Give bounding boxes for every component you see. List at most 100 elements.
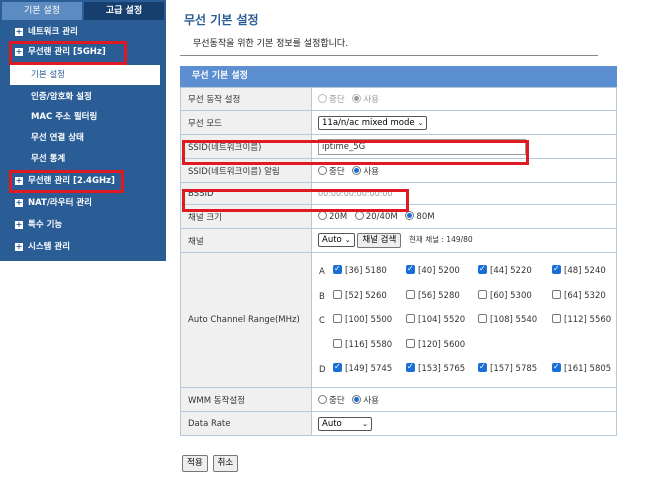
radio-20-40m[interactable]: 20/40M [354,211,398,222]
chevron-down-icon: ⌄ [362,419,368,428]
row-label: 채널 [180,228,312,253]
channel-label: [149] 5745 [345,363,393,374]
channel-label: [64] 5320 [564,290,606,301]
radio-20m[interactable]: 20M [318,211,347,222]
main-content: 무선 기본 설정 무선동작을 위한 기본 정보를 설정합니다. 무선 기본 설정… [166,0,647,485]
tab-advanced-settings[interactable]: 고급 설정 [84,2,164,20]
checkbox-box [333,289,342,299]
cancel-button[interactable]: 취소 [212,455,239,472]
channel-checkbox[interactable]: [64] 5320 [552,289,606,301]
channel-label: [44] 5220 [490,265,532,276]
channel-checkbox[interactable]: [112] 5560 [552,313,612,325]
channel-search-button[interactable]: 채널 검색 [357,233,402,248]
channel-checkbox[interactable]: [40] 5200 [406,264,460,276]
row-channel-width: 채널 크기 20M 20/40M 80M [180,204,617,229]
sidebar-item-label: 네트워크 관리 [28,27,78,37]
channel-checkbox[interactable]: [100] 5500 [333,313,393,325]
checkbox-box [478,289,487,299]
row-label: Data Rate [180,411,312,436]
checkbox-box [406,362,415,372]
expand-icon: + [15,198,23,207]
row-label: SSID(네트워크이름) [180,134,312,159]
channel-label: [48] 5240 [564,265,606,276]
radio-on[interactable]: 사용 [352,165,379,177]
channel-checkbox[interactable]: [52] 5260 [333,289,387,301]
sidebar-subitem-basic[interactable]: 기본 설정 [10,65,160,85]
channel-label: [108] 5540 [490,314,538,325]
radio-circle [318,94,327,103]
ssid-input[interactable]: iptime_5G [318,138,526,155]
radio-off[interactable]: 중단 [318,165,345,177]
sidebar-item-label: NAT/라우터 관리 [28,198,92,208]
sidebar-item-system[interactable]: + 시스템 관리 [0,237,166,257]
expand-icon: + [15,242,23,251]
channel-label: [112] 5560 [564,314,612,325]
apply-button[interactable]: 적용 [182,455,208,472]
radio-on[interactable]: 사용 [352,394,379,406]
radio-off[interactable]: 중단 [318,93,345,105]
sidebar-subitem-mac-filter[interactable]: MAC 주소 필터링 [0,107,166,127]
row-label: Auto Channel Range(MHz) [180,252,312,388]
radio-circle [352,165,362,175]
sidebar-item-label: 무선랜 관리 [5GHz] [28,47,106,57]
channel-label: [100] 5500 [345,314,393,325]
sidebar-subitem-label: 무선 통계 [31,154,66,164]
sidebar-item-network[interactable]: + 네트워크 관리 [0,22,166,42]
chevron-down-icon: ⌄ [417,118,424,127]
radio-circle [354,211,364,220]
channel-checkbox[interactable]: [157] 5785 [478,362,538,374]
row-channel: 채널 Auto ⌄ 채널 검색 현재 채널 : 149/80 [180,228,617,253]
checkbox-box [552,362,561,372]
tab-basic-settings[interactable]: 기본 설정 [2,2,82,20]
radio-circle [318,165,327,175]
radio-circle [405,211,415,220]
data-rate-select[interactable]: Auto ⌄ [318,416,372,431]
sidebar-item-wireless-24ghz[interactable]: + 무선랜 관리 [2.4GHz] [0,171,166,191]
checkbox-box [333,362,342,372]
channel-label: [157] 5785 [490,363,538,374]
row-wireless-op: 무선 동작 설정 중단 사용 [180,87,617,111]
sidebar-item-special[interactable]: + 특수 기능 [0,215,166,235]
channel-label: [116] 5580 [345,339,393,350]
channel-label: [104] 5520 [418,314,466,325]
row-data-rate: Data Rate Auto ⌄ [180,411,617,436]
divider [180,55,598,56]
channel-checkbox[interactable]: [104] 5520 [406,313,466,325]
sidebar-subitem-label: 기본 설정 [31,70,65,80]
channel-checkbox[interactable]: [44] 5220 [478,264,532,276]
channel-checkbox[interactable]: [36] 5180 [333,264,387,276]
channel-checkbox[interactable]: [108] 5540 [478,313,538,325]
wireless-mode-select[interactable]: 11a/n/ac mixed mode ⌄ [318,115,428,130]
channel-checkbox[interactable]: [161] 5805 [552,362,612,374]
channel-label: [161] 5805 [564,363,612,374]
expand-icon: + [15,176,23,185]
channel-label: [40] 5200 [418,265,460,276]
checkbox-box [552,313,561,323]
row-auto-channel-range: Auto Channel Range(MHz) A B C D [36] 518… [180,252,617,388]
checkbox-box [478,362,487,372]
channel-checkbox[interactable]: [149] 5745 [333,362,393,374]
sidebar-item-wireless-5ghz[interactable]: + 무선랜 관리 [5GHz] [0,42,166,62]
channel-checkbox[interactable]: [116] 5580 [333,338,393,350]
channel-checkbox[interactable]: [60] 5300 [478,289,532,301]
sidebar-subitem-stats[interactable]: 무선 통계 [0,149,166,169]
channel-checkbox[interactable]: [48] 5240 [552,264,606,276]
checkbox-box [406,338,415,348]
checkbox-box [552,264,561,274]
row-bssid: BSSID 00:00:00:00:00:00 [180,182,617,205]
sidebar-item-label: 특수 기능 [28,220,63,230]
channel-select[interactable]: Auto ⌄ [318,233,355,247]
sidebar-subitem-conn-status[interactable]: 무선 연결 상태 [0,128,166,148]
radio-off[interactable]: 중단 [318,394,345,406]
channel-checkbox[interactable]: [153] 5765 [406,362,465,374]
channel-checkbox[interactable]: [120] 5600 [406,338,465,350]
sidebar-subitem-auth[interactable]: 인증/암호화 설정 [0,87,166,107]
sidebar-item-nat[interactable]: + NAT/라우터 관리 [0,193,166,213]
radio-on[interactable]: 사용 [352,93,379,105]
channel-label: [52] 5260 [345,290,387,301]
row-label: BSSID [180,182,312,205]
band-label: C [319,315,325,326]
radio-circle [352,394,362,404]
radio-80m[interactable]: 80M [405,211,435,222]
channel-checkbox[interactable]: [56] 5280 [406,289,460,301]
